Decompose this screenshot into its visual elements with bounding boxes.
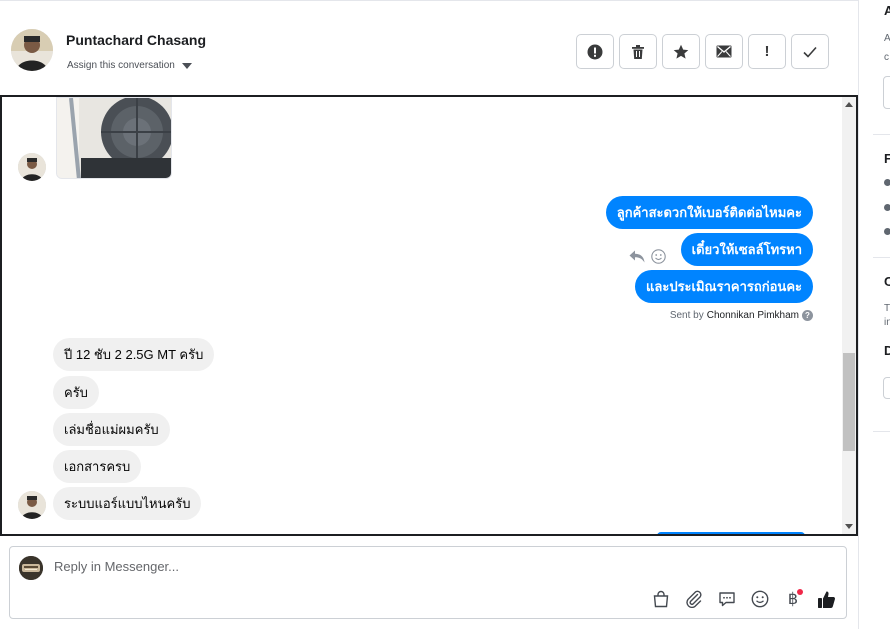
sent-by-name[interactable]: Chonnikan Pimkham [707, 310, 799, 321]
thumbs-up-icon[interactable] [816, 589, 836, 609]
emoji-reaction-icon[interactable] [651, 249, 666, 264]
envelope-icon [716, 45, 732, 58]
scrollbar-thumb[interactable] [843, 353, 855, 451]
shopping-bag-icon[interactable] [651, 589, 671, 609]
saved-reply-icon[interactable] [717, 589, 737, 609]
star-button[interactable] [662, 34, 700, 69]
sidebar-dropdown[interactable] [883, 377, 890, 399]
sidebar-section-text: in [884, 317, 890, 328]
sidebar-section-text: c [884, 52, 889, 63]
message-thread[interactable]: ลูกค้าสะดวกให้เบอร์ติดต่อไหมคะ เดี๋ยวให้… [0, 95, 858, 536]
info-row-icon [884, 179, 890, 186]
composer-toolbar: ฿ [651, 589, 836, 609]
trash-icon [632, 44, 644, 59]
sidebar-section-text: A [884, 33, 890, 44]
sidebar-section-heading: C [884, 274, 890, 289]
sidebar-section-heading: D [884, 343, 890, 358]
star-icon [673, 44, 689, 59]
alert-circle-icon [587, 44, 603, 59]
incoming-message[interactable]: ครับ [53, 376, 99, 409]
follow-up-button[interactable]: ! [748, 34, 786, 69]
contact-avatar-small [18, 153, 46, 181]
contact-name[interactable]: Puntachard Chasang [66, 32, 206, 48]
contact-avatar[interactable] [11, 29, 53, 71]
assign-conversation-dropdown[interactable]: Assign this conversation [67, 60, 192, 71]
checkmark-icon [803, 46, 817, 58]
incoming-message[interactable]: เล่มชื่อแม่ผมครับ [53, 413, 170, 446]
sent-by-prefix: Sent by [669, 310, 704, 321]
incoming-message[interactable]: ปี 12 ชับ 2 2.5G MT ครับ [53, 338, 215, 371]
sidebar-section-heading: F [884, 151, 890, 166]
conversation-actions: ! [576, 34, 829, 69]
message-hover-tools [629, 249, 666, 264]
incoming-message[interactable]: เอกสารครบ [53, 450, 142, 483]
baht-payment-icon[interactable]: ฿ [783, 589, 803, 609]
reply-input[interactable] [54, 559, 814, 574]
location-pin-icon [884, 204, 890, 211]
sidebar-divider-line [873, 431, 890, 432]
page-avatar [19, 556, 43, 580]
location-pin-icon [884, 228, 890, 235]
sidebar-divider-line [873, 134, 890, 135]
scroll-down-arrow-icon[interactable] [845, 524, 853, 529]
attached-photo[interactable] [56, 97, 172, 179]
reply-icon[interactable] [629, 250, 645, 263]
scroll-up-arrow-icon[interactable] [845, 102, 853, 107]
delete-button[interactable] [619, 34, 657, 69]
mark-spam-button[interactable] [576, 34, 614, 69]
sidebar-divider-line [873, 257, 890, 258]
assign-label: Assign this conversation [67, 60, 175, 71]
sent-by-line: Sent by Chonnikan Pimkham ? [670, 310, 813, 321]
contact-details-sidebar: A A c F C T in D [859, 0, 890, 629]
outgoing-message[interactable]: ลูกค้าสะดวกให้เบอร์ติดต่อไหมคะ [605, 196, 813, 229]
outgoing-message-peek [657, 532, 805, 534]
inbox-conversation-view: Puntachard Chasang Assign this conversat… [0, 0, 890, 629]
mark-unread-button[interactable] [705, 34, 743, 69]
chevron-down-icon [181, 62, 192, 69]
reply-composer: ฿ [9, 546, 847, 619]
sidebar-action-button[interactable] [883, 76, 890, 109]
emoji-icon[interactable] [750, 589, 770, 609]
outgoing-message[interactable]: เดี๋ยวให้เซลล์โทรหา [680, 233, 813, 266]
contact-avatar-small [18, 491, 46, 519]
sidebar-section-heading: A [884, 3, 890, 18]
mark-done-button[interactable] [791, 34, 829, 69]
help-icon[interactable]: ? [802, 310, 813, 321]
incoming-message[interactable]: ระบบแอร์แบบไหนครับ [53, 487, 202, 520]
sidebar-section-text: T [884, 303, 890, 314]
outgoing-message[interactable]: และประเมิณราคารถก่อนคะ [635, 270, 813, 303]
paperclip-icon[interactable] [684, 589, 704, 609]
thread-scrollbar[interactable] [842, 97, 856, 534]
notification-dot [797, 589, 803, 595]
exclamation-icon: ! [764, 43, 770, 60]
conversation-header: Puntachard Chasang Assign this conversat… [0, 0, 858, 95]
